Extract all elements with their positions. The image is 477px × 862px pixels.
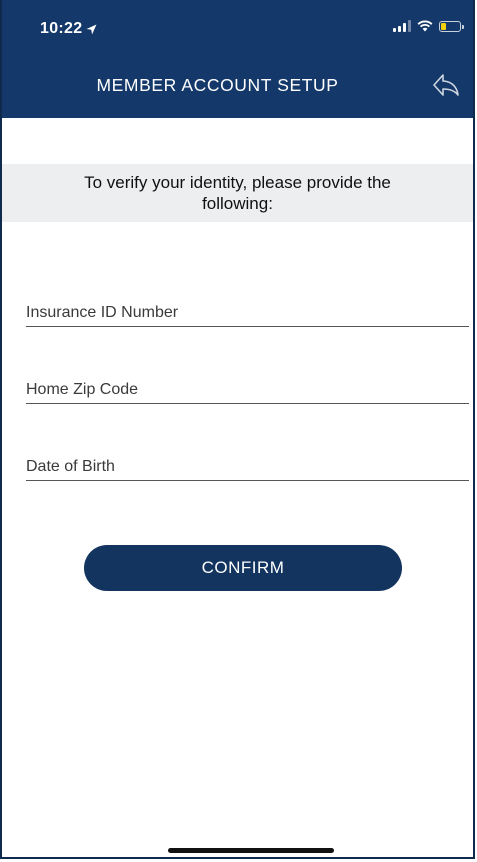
location-arrow-icon — [86, 24, 97, 34]
date-of-birth-field — [26, 448, 469, 481]
wifi-icon — [417, 20, 433, 32]
home-indicator[interactable] — [168, 848, 334, 853]
page-title: MEMBER ACCOUNT SETUP — [96, 75, 339, 95]
status-icons — [393, 20, 464, 32]
zip-code-field — [26, 371, 469, 404]
battery-level — [441, 22, 446, 30]
status-time: 10:22 — [40, 20, 97, 38]
verify-instructions-text: To verify your identity, please provide … — [84, 173, 391, 213]
date-of-birth-input[interactable] — [26, 458, 469, 476]
insurance-id-input[interactable] — [26, 304, 469, 322]
signal-icon — [393, 20, 411, 32]
confirm-button[interactable]: CONFIRM — [84, 545, 402, 591]
back-button[interactable] — [427, 68, 465, 102]
confirm-button-label: CONFIRM — [201, 558, 285, 577]
status-time-label: 10:22 — [40, 20, 83, 37]
app-header: MEMBER ACCOUNT SETUP — [2, 52, 473, 118]
verify-instructions-banner: To verify your identity, please provide … — [2, 164, 473, 222]
phone-screen: 10:22 MEMBER ACCOUNT SETUP To verify you… — [0, 0, 475, 859]
zip-code-input[interactable] — [26, 381, 469, 399]
insurance-id-field — [26, 294, 469, 327]
status-bar: 10:22 — [2, 0, 473, 52]
back-arrow-icon — [433, 74, 459, 96]
battery-icon — [439, 20, 464, 32]
